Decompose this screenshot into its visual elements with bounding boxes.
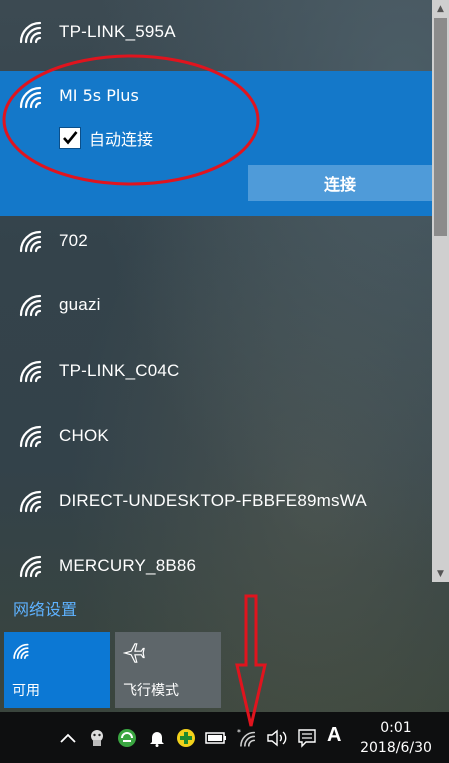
checkmark-icon: [63, 131, 78, 145]
wifi-signal-icon: [19, 555, 42, 578]
wifi-signal-icon: [19, 490, 42, 513]
wifi-network-item[interactable]: TP-LINK_595A: [0, 0, 432, 65]
airplane-mode-tile-label: 飞行模式: [123, 683, 179, 699]
scroll-up-arrow-icon[interactable]: ▲: [432, 0, 449, 17]
network-settings-link[interactable]: 网络设置: [13, 596, 77, 620]
wifi-network-item[interactable]: guazi: [0, 273, 432, 338]
network-flyout: TP-LINK_595A MI 5s Plus 自动连接 连接 702 guaz…: [0, 0, 449, 712]
svg-text:*: *: [237, 728, 241, 737]
wifi-network-item[interactable]: MERCURY_8B86: [0, 534, 432, 582]
plus-app-icon[interactable]: [175, 727, 197, 749]
auto-connect-checkbox[interactable]: [59, 127, 81, 149]
wifi-signal-icon: [19, 360, 42, 383]
network-ssid: MERCURY_8B86: [59, 556, 197, 575]
wifi-network-item[interactable]: 702: [0, 209, 432, 274]
browser-tray-icon[interactable]: [116, 727, 138, 749]
airplane-mode-quick-tile[interactable]: 飞行模式: [115, 632, 221, 708]
clock-time: 0:01: [380, 720, 412, 736]
clock-date: 2018/6/30: [360, 740, 432, 756]
network-ssid: DIRECT-UNDESKTOP-FBBFE89msWA: [59, 491, 367, 510]
wifi-signal-icon: [19, 230, 42, 253]
selected-network-panel[interactable]: MI 5s Plus 自动连接 连接: [0, 71, 432, 216]
network-ssid: CHOK: [59, 426, 109, 445]
wifi-signal-icon: [19, 425, 42, 448]
wifi-icon: [13, 643, 29, 659]
wifi-network-item[interactable]: TP-LINK_C04C: [0, 339, 432, 404]
auto-connect-label: 自动连接: [89, 130, 154, 149]
network-status-icon[interactable]: *: [237, 727, 259, 749]
wifi-signal-icon: [19, 21, 42, 44]
wifi-network-list: TP-LINK_595A MI 5s Plus 自动连接 连接 702 guaz…: [0, 0, 432, 582]
network-ssid: MI 5s Plus: [59, 86, 139, 105]
network-ssid: TP-LINK_595A: [59, 22, 176, 41]
network-ssid: TP-LINK_C04C: [59, 361, 180, 380]
notification-bell-icon[interactable]: [146, 727, 168, 749]
wifi-tile-label: 可用: [12, 683, 40, 699]
connect-button[interactable]: 连接: [248, 165, 432, 201]
show-hidden-icons-chevron-icon[interactable]: [57, 727, 79, 749]
airplane-icon: [123, 643, 145, 663]
scrollbar-thumb[interactable]: [434, 18, 447, 236]
input-method-indicator[interactable]: A: [327, 724, 341, 747]
taskbar-clock[interactable]: 0:01 2018/6/30: [356, 718, 436, 758]
wifi-network-item[interactable]: CHOK: [0, 404, 432, 469]
network-list-scrollbar[interactable]: ▲ ▼: [432, 0, 449, 582]
volume-icon[interactable]: [266, 727, 288, 749]
wifi-signal-icon: [19, 86, 42, 109]
wifi-signal-icon: [19, 294, 42, 317]
network-ssid: guazi: [59, 295, 101, 314]
security-app-icon[interactable]: [86, 727, 108, 749]
taskbar: * A 0:01 2018/6/30: [0, 712, 449, 763]
wifi-quick-tile[interactable]: 可用: [4, 632, 110, 708]
auto-connect-row: 自动连接: [59, 126, 153, 150]
wifi-network-item[interactable]: DIRECT-UNDESKTOP-FBBFE89msWA: [0, 469, 432, 534]
scroll-down-arrow-icon[interactable]: ▼: [432, 565, 449, 582]
network-ssid: 702: [59, 231, 88, 250]
action-center-icon[interactable]: [296, 727, 318, 749]
battery-icon[interactable]: [205, 727, 227, 749]
